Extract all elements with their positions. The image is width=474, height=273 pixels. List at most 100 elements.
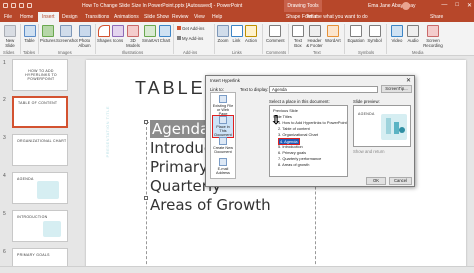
pictures-button[interactable]: Pictures	[40, 25, 56, 43]
slide-thumbnail-1[interactable]: HOW TO ADD HYPERLINKS TO POWERPOINT	[12, 59, 68, 91]
pictures-icon	[41, 25, 54, 37]
comment-icon	[269, 25, 281, 37]
quick-access-toolbar	[3, 3, 32, 8]
tab-design[interactable]: Design	[62, 14, 78, 20]
group-label-comments: Comments	[266, 50, 287, 55]
smartart-button[interactable]: SmartArt	[142, 25, 159, 43]
video-button[interactable]: Video	[390, 25, 404, 43]
share-button[interactable]: Share	[430, 14, 443, 20]
document-place-icon	[219, 116, 227, 124]
undo-icon[interactable]	[11, 3, 16, 8]
tell-me-search[interactable]: Tell me what you want to do	[306, 14, 368, 20]
preview-label: Slide preview:	[353, 99, 380, 104]
cube-icon	[127, 25, 139, 37]
action-button[interactable]: Action	[244, 25, 258, 43]
3d-models-button[interactable]: 3D Models	[125, 25, 141, 48]
bullet-areas-of-growth[interactable]: Areas of Growth	[150, 196, 271, 214]
thumbnail-title: ORGANIZATIONAL CHART	[17, 139, 67, 143]
smartart-icon	[144, 25, 156, 37]
show-and-return-checkbox[interactable]: Show and return	[353, 149, 385, 154]
close-icon[interactable]: ✕	[406, 77, 411, 84]
new-document-icon	[219, 137, 227, 145]
link-create-new-document[interactable]: Create New Document	[212, 137, 234, 154]
header-footer-button[interactable]: Header & Footer	[306, 25, 323, 48]
ok-button[interactable]: OK	[366, 177, 386, 185]
slide-thumbnail-5[interactable]: INTRODUCTION	[12, 210, 68, 242]
photo-album-button[interactable]: Photo Album	[77, 25, 92, 48]
screentip-button[interactable]: ScreenTip...	[381, 85, 412, 93]
link-email-address[interactable]: E-mail Address	[212, 158, 234, 175]
tree-item[interactable]: 7. Quarterly performance	[278, 156, 321, 161]
thumbnail-illustration	[43, 221, 61, 237]
tab-file[interactable]: File	[4, 14, 12, 20]
save-icon[interactable]	[3, 3, 8, 8]
redo-icon[interactable]	[19, 3, 24, 8]
tree-item[interactable]: 3. Organizational Chart	[278, 132, 318, 137]
present-icon[interactable]	[27, 3, 32, 8]
tab-home[interactable]: Home	[20, 14, 33, 20]
wordart-icon	[326, 25, 339, 37]
shapes-icon	[98, 25, 110, 37]
resize-handle[interactable]	[144, 120, 148, 124]
equation-button[interactable]: Equation	[347, 25, 365, 43]
tab-view[interactable]: View	[194, 14, 205, 20]
slide-number: 5	[3, 211, 6, 217]
symbol-button[interactable]: Symbol	[367, 25, 382, 43]
new-slide-button[interactable]: New Slide	[3, 25, 17, 48]
slide-thumbnail-3[interactable]: ORGANIZATIONAL CHART	[12, 134, 68, 166]
tab-slide-show[interactable]: Slide Show	[144, 14, 169, 20]
maximize-button[interactable]: □	[455, 2, 459, 9]
screenshot-button[interactable]: Screenshot	[56, 25, 78, 43]
thumbnail-title: INTRODUCTION	[17, 215, 48, 219]
text-box-button[interactable]: Text Box	[291, 25, 305, 48]
tree-item[interactable]: 5. Introduction	[278, 144, 303, 149]
screen-recording-button[interactable]: Screen Recording	[422, 25, 444, 48]
tab-help[interactable]: Help	[212, 14, 222, 20]
group-label-text: Text	[313, 50, 321, 55]
text-to-display-input[interactable]: Agenda	[269, 86, 378, 93]
cancel-button[interactable]: Cancel	[389, 177, 412, 185]
tab-transitions[interactable]: Transitions	[85, 14, 109, 20]
slide-thumbnail-2[interactable]: TABLE OF CONTENT	[12, 96, 68, 128]
comment-button[interactable]: Comment	[266, 25, 285, 43]
slide-thumbnail-pane[interactable]: 1 HOW TO ADD HYPERLINKS TO POWERPOINT 2 …	[0, 56, 76, 273]
shapes-button[interactable]: Shapes	[97, 25, 112, 43]
tree-item[interactable]: 1. How to Add Hyperlinks to PowerPoint	[278, 120, 347, 125]
slide-thumbnail-4[interactable]: AGENDA	[12, 172, 68, 204]
ribbon-tabs: File Home Insert Design Transitions Anim…	[0, 12, 474, 22]
avatar[interactable]	[402, 2, 410, 10]
dialog-title: Insert Hyperlink	[210, 78, 240, 83]
resize-handle[interactable]	[144, 196, 148, 200]
audio-button[interactable]: Audio	[406, 25, 420, 43]
title-bar: How To Change Slide Size In PowerPoint.p…	[0, 0, 474, 12]
link-place-in-document[interactable]: Place in This Document	[212, 115, 234, 138]
link-button[interactable]: Link	[231, 25, 243, 43]
speaker-icon	[407, 25, 419, 37]
icons-icon	[112, 25, 124, 37]
wordart-button[interactable]: WordArt	[325, 25, 341, 43]
group-label-symbols: Symbols	[358, 50, 375, 55]
my-add-ins-button[interactable]: My Add-ins	[177, 36, 203, 41]
close-button[interactable]: ✕	[467, 2, 472, 9]
tree-item[interactable]: 6. Primary goals	[278, 150, 306, 155]
tree-item[interactable]: 8. Areas of growth	[278, 162, 309, 167]
tab-review[interactable]: Review	[172, 14, 188, 20]
table-icon	[23, 25, 36, 37]
get-add-ins-button[interactable]: Get Add-ins	[177, 26, 204, 31]
tree-item[interactable]: 2. Table of content	[278, 126, 310, 131]
down-arrow-annotation-icon: ⇩	[271, 113, 282, 127]
zoom-button[interactable]: Zoom	[217, 25, 229, 43]
omega-icon	[368, 25, 381, 37]
addin-icon	[177, 36, 181, 40]
bullet-agenda[interactable]: Agenda	[150, 120, 212, 138]
group-label-illustrations: Illustrations	[122, 50, 144, 55]
store-icon	[177, 26, 181, 30]
pi-icon	[350, 25, 362, 37]
tab-insert[interactable]: Insert	[38, 12, 59, 22]
icons-button[interactable]: Icons	[112, 25, 124, 43]
link-existing-file[interactable]: Existing File or Web Page	[212, 95, 234, 116]
minimize-button[interactable]: —	[441, 2, 447, 9]
chart-button[interactable]: Chart	[159, 25, 171, 43]
tab-animations[interactable]: Animations	[114, 14, 139, 20]
table-button[interactable]: Table	[23, 25, 36, 43]
